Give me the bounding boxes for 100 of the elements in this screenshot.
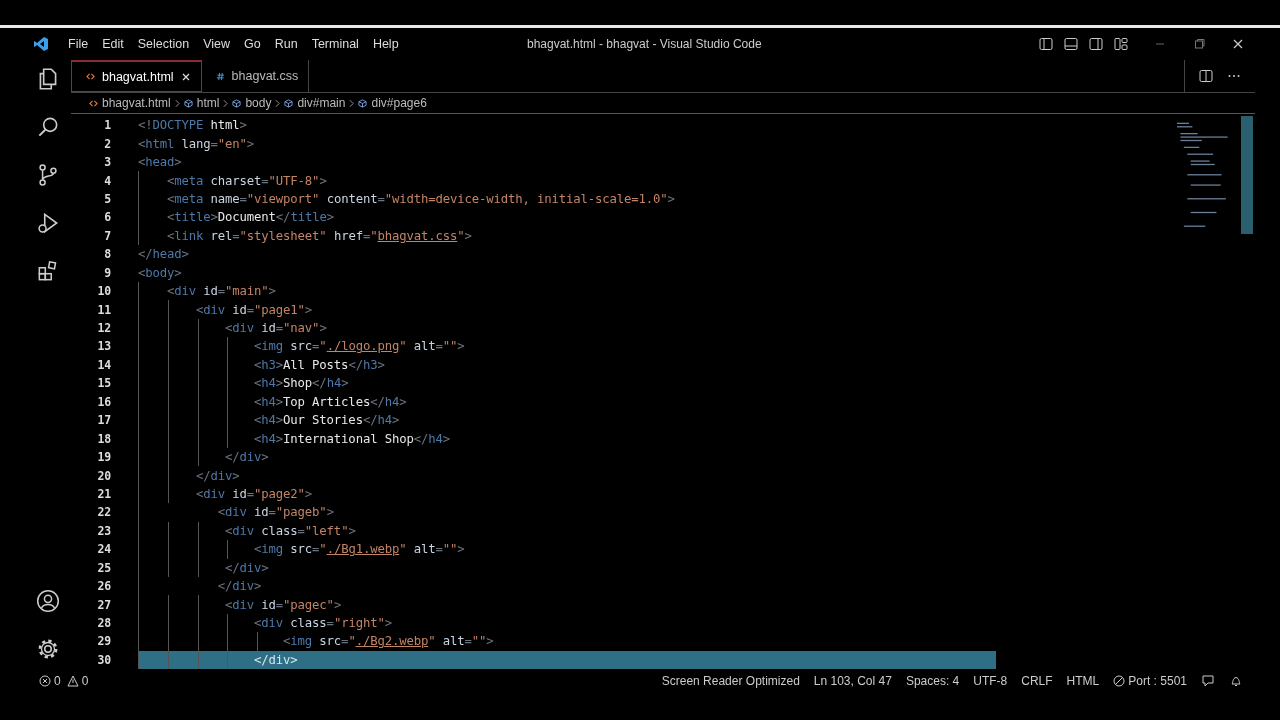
split-editor-icon[interactable] — [1199, 69, 1213, 83]
breadcrumb-item[interactable]: body — [232, 96, 272, 110]
warnings-indicator[interactable]: 0 — [66, 674, 89, 688]
breadcrumb-item[interactable]: html — [183, 96, 220, 110]
code-line: <img src="./logo.png" alt=""> — [253, 339, 465, 354]
scrollbar-thumb[interactable] — [1241, 116, 1253, 234]
line-number: 19 — [96, 450, 111, 465]
editor-tab[interactable]: bhagvat.css — [201, 60, 310, 92]
panel-toggle-icon[interactable] — [1064, 37, 1078, 51]
code-line: <link rel="stylesheet" href="bhagvat.css"> — [166, 228, 472, 243]
line-number: 22 — [96, 505, 111, 520]
status-item[interactable]: Spaces: 4 — [905, 674, 960, 688]
line-number: 14 — [96, 357, 111, 372]
line-number: 5 — [103, 191, 111, 206]
sidebar-toggle-icon[interactable] — [1039, 37, 1053, 51]
feedback-icon[interactable] — [1201, 674, 1215, 688]
line-number: 10 — [96, 284, 111, 299]
code-line: <h4>Shop</h4> — [253, 376, 349, 391]
cube-icon — [232, 98, 242, 108]
code-line: <img src="./Bg1.webp" alt=""> — [253, 542, 465, 557]
chevron-icon — [174, 98, 180, 108]
code-line: <div id="pageb"> — [216, 505, 334, 520]
line-number: 9 — [103, 265, 111, 280]
close-icon[interactable] — [1231, 37, 1245, 51]
chevron-icon — [349, 98, 355, 108]
bell-icon[interactable] — [1229, 674, 1243, 688]
line-number: 16 — [96, 394, 111, 409]
status-item[interactable]: Ln 103, Col 47 — [813, 674, 892, 688]
code-line: <meta name="viewport" content="width=device-width, initial-scale=1.0"> — [166, 191, 675, 206]
css-file-icon — [215, 71, 225, 81]
no-entry-icon — [1113, 675, 1126, 687]
app-logo-icon — [33, 36, 49, 52]
line-number: 25 — [96, 560, 111, 575]
line-number: 6 — [103, 210, 111, 225]
line-number: 18 — [96, 431, 111, 446]
chevron-icon — [275, 98, 281, 108]
line-number: 30 — [96, 652, 111, 667]
code-line: <div class="right"> — [253, 616, 392, 631]
status-item[interactable]: UTF-8 — [973, 674, 1008, 688]
line-number: 28 — [96, 616, 111, 631]
code-line: <!DOCTYPE html> — [138, 118, 247, 133]
code-line: <h4>Top Articles</h4> — [253, 394, 407, 409]
menu-item[interactable]: Edit — [95, 37, 131, 51]
line-number: 11 — [96, 302, 111, 317]
editor-tab[interactable]: bhagvat.html — [71, 60, 202, 92]
menu-item[interactable]: File — [61, 37, 96, 51]
status-item[interactable]: Screen Reader Optimized — [661, 674, 800, 688]
line-number: 24 — [96, 542, 111, 557]
code-line: </div> — [224, 450, 269, 465]
cube-icon — [183, 98, 193, 108]
code-line: </div> — [253, 652, 298, 667]
menu-item[interactable]: Go — [237, 37, 268, 51]
code-line: <html lang="en"> — [138, 136, 255, 151]
code-line: <img src="./Bg2.webp" alt=""> — [282, 634, 494, 649]
line-number: 12 — [96, 321, 111, 336]
line-number: 3 — [103, 155, 111, 170]
breadcrumb-item[interactable]: bhagvat.html — [89, 96, 171, 110]
line-number: 15 — [96, 376, 111, 391]
menu-item[interactable]: View — [196, 37, 237, 51]
line-number: 20 — [96, 468, 111, 483]
port-indicator[interactable]: Port : 5501 — [1113, 674, 1187, 688]
errors-indicator[interactable]: 0 — [39, 674, 61, 688]
line-number: 4 — [103, 173, 111, 188]
line-number: 27 — [96, 597, 111, 612]
error-icon — [39, 675, 51, 687]
layout-icon[interactable] — [1114, 37, 1128, 51]
warning-icon — [66, 675, 79, 687]
breadcrumb-item[interactable]: div#main — [284, 96, 346, 110]
code-line: <div id="page1"> — [195, 302, 313, 317]
code-line: <head> — [138, 155, 182, 170]
code-line: </div> — [216, 579, 262, 594]
restore-icon[interactable] — [1192, 37, 1206, 51]
chevron-icon — [223, 98, 229, 108]
menu-item[interactable]: Run — [267, 37, 305, 51]
menu-item[interactable]: Help — [365, 37, 406, 51]
code-line: <h3>All Posts</h3> — [253, 357, 385, 372]
code-line: <div id="pagec"> — [224, 597, 342, 612]
code-line: <div id="nav"> — [224, 321, 327, 336]
status-item[interactable]: HTML — [1066, 674, 1100, 688]
html-file-icon — [86, 72, 95, 81]
account-icon[interactable] — [35, 588, 61, 614]
html-file-icon — [89, 98, 98, 108]
close-tab-icon[interactable] — [180, 71, 191, 82]
secondary-sidebar-icon[interactable] — [1089, 37, 1103, 51]
code-line: </div> — [224, 560, 269, 575]
code-line: <div class="left"> — [224, 523, 356, 538]
window-title: bhagvat.html - bhagvat - Visual Studio Code — [527, 37, 762, 51]
line-number: 23 — [96, 523, 111, 538]
code-line: <h4>International Shop</h4> — [253, 431, 450, 446]
status-item[interactable]: CRLF — [1021, 674, 1053, 688]
code-line: <meta charset="UTF-8"> — [166, 173, 327, 188]
line-number: 8 — [103, 247, 111, 262]
menu-item[interactable]: Selection — [130, 37, 197, 51]
code-line: <title>Document</title> — [166, 210, 334, 225]
cube-icon — [358, 98, 368, 108]
line-number: 26 — [96, 579, 111, 594]
menu-item[interactable]: Terminal — [304, 37, 366, 51]
breadcrumb-item[interactable]: div#page6 — [358, 96, 427, 110]
code-line: <h4>Our Stories</h4> — [253, 413, 400, 428]
code-line: <body> — [138, 265, 182, 280]
